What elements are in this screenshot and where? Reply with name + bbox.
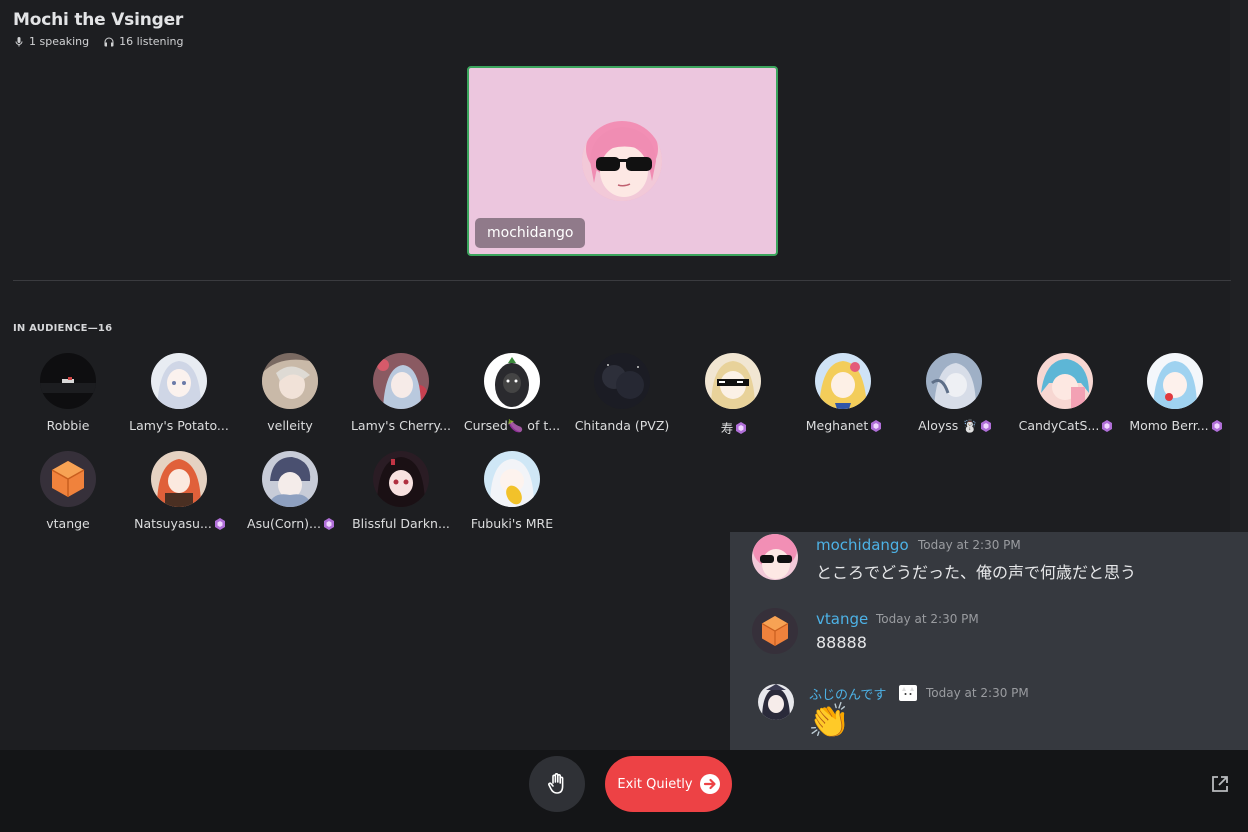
message-text: 88888 xyxy=(816,633,867,652)
audience-member[interactable]: 寿 xyxy=(678,353,788,437)
boost-badge-icon xyxy=(323,517,334,530)
member-name: Asu(Corn)... xyxy=(235,516,345,531)
exit-label: Exit Quietly xyxy=(617,776,693,792)
cat-emoji-icon xyxy=(899,685,917,701)
boost-badge-icon xyxy=(736,421,747,434)
audience-member[interactable]: Asu(Corn)... xyxy=(235,451,345,531)
audience-member[interactable]: CandyCatS... xyxy=(1010,353,1120,433)
message-timestamp: Today at 2:30 PM xyxy=(918,538,1021,552)
member-name: 寿 xyxy=(678,418,788,437)
chat-panel: mochidango Today at 2:30 PM ところでどうだった、俺の… xyxy=(730,532,1248,750)
message-text: 👏 xyxy=(808,701,851,741)
avatar xyxy=(705,353,761,409)
member-name: Momo Berr... xyxy=(1120,418,1230,433)
speaker-name: mochidango xyxy=(475,218,586,248)
avatar xyxy=(373,353,429,409)
member-name: Natsuyasu... xyxy=(124,516,234,531)
stage-channel-view: Mochi the Vsinger 1 speaking 16 listenin… xyxy=(0,0,1248,832)
audience-member[interactable]: Natsuyasu... xyxy=(124,451,234,531)
avatar xyxy=(752,608,798,654)
member-name: Chitanda (PVZ) xyxy=(574,418,670,433)
speaker-avatar xyxy=(582,121,662,201)
exit-quietly-button[interactable]: Exit Quietly xyxy=(605,756,732,812)
headphones-icon xyxy=(104,37,114,46)
avatar xyxy=(484,353,540,409)
raise-hand-button[interactable] xyxy=(529,756,585,812)
avatar xyxy=(926,353,982,409)
listening-count: 16 listening xyxy=(119,35,184,48)
popout-icon[interactable] xyxy=(1210,774,1230,794)
avatar xyxy=(594,353,650,409)
member-name: Lamy's Cherry... xyxy=(350,418,452,433)
boost-badge-icon xyxy=(980,420,991,432)
stage-stats: 1 speaking 16 listening xyxy=(13,35,184,48)
member-name: Blissful Darkn... xyxy=(352,516,450,531)
audience-member[interactable]: vtange xyxy=(13,451,123,531)
audience-member[interactable]: Blissful Darkn... xyxy=(346,451,456,531)
message-timestamp: Today at 2:30 PM xyxy=(876,612,979,626)
audience-member[interactable]: Cursed🍆 of t... xyxy=(457,353,567,434)
avatar xyxy=(262,353,318,409)
member-name: Aloyss ☃️ xyxy=(899,418,1009,434)
audience-member[interactable]: Meghanet xyxy=(788,353,898,433)
member-name: Lamy's Potato... xyxy=(129,418,229,433)
avatar xyxy=(151,353,207,409)
message-text: ところでどうだった、俺の声で何歳だと思う xyxy=(816,563,1137,582)
audience-member[interactable]: Momo Berr... xyxy=(1120,353,1230,433)
member-name: CandyCatS... xyxy=(1010,418,1120,433)
audience-member[interactable]: Chitanda (PVZ) xyxy=(567,353,677,433)
member-name: Meghanet xyxy=(788,418,898,433)
speaker-tile[interactable]: mochidango xyxy=(467,66,778,256)
member-name: Cursed🍆 of t... xyxy=(463,418,561,433)
audience-header: IN AUDIENCE—16 xyxy=(13,323,113,334)
avatar xyxy=(758,684,794,720)
boost-badge-icon xyxy=(1211,419,1222,432)
microphone-icon xyxy=(15,36,23,46)
audience-member[interactable]: Aloyss ☃️ xyxy=(899,353,1009,434)
message-author[interactable]: vtange xyxy=(816,610,868,628)
avatar xyxy=(373,451,429,507)
boost-badge-icon xyxy=(871,419,882,432)
boost-badge-icon xyxy=(214,517,225,530)
scrollbar-track[interactable] xyxy=(1230,0,1248,540)
divider xyxy=(13,280,1231,281)
avatar xyxy=(1147,353,1203,409)
avatar xyxy=(40,451,96,507)
stage-title: Mochi the Vsinger xyxy=(13,10,184,30)
boost-badge-icon xyxy=(1102,419,1113,432)
audience-member[interactable]: Robbie xyxy=(13,353,123,433)
avatar xyxy=(40,353,96,409)
avatar xyxy=(815,353,871,409)
speaking-count: 1 speaking xyxy=(29,35,90,48)
message-author[interactable]: mochidango xyxy=(816,536,909,554)
audience-member[interactable]: Lamy's Cherry... xyxy=(346,353,456,433)
member-name: Robbie xyxy=(46,418,90,433)
avatar xyxy=(262,451,318,507)
member-name: vtange xyxy=(46,516,90,531)
member-name: velleity xyxy=(267,418,313,433)
audience-member[interactable]: velleity xyxy=(235,353,345,433)
hand-icon xyxy=(548,773,564,794)
audience-member[interactable]: Lamy's Potato... xyxy=(124,353,234,433)
message-timestamp: Today at 2:30 PM xyxy=(926,686,1029,700)
avatar xyxy=(484,451,540,507)
avatar xyxy=(752,534,798,580)
stage-header: Mochi the Vsinger 1 speaking 16 listenin… xyxy=(13,10,184,48)
audience-member[interactable]: Fubuki's MRE xyxy=(457,451,567,531)
avatar xyxy=(151,451,207,507)
member-name: Fubuki's MRE xyxy=(470,516,554,531)
avatar xyxy=(1037,353,1093,409)
arrow-right-icon xyxy=(699,774,720,794)
